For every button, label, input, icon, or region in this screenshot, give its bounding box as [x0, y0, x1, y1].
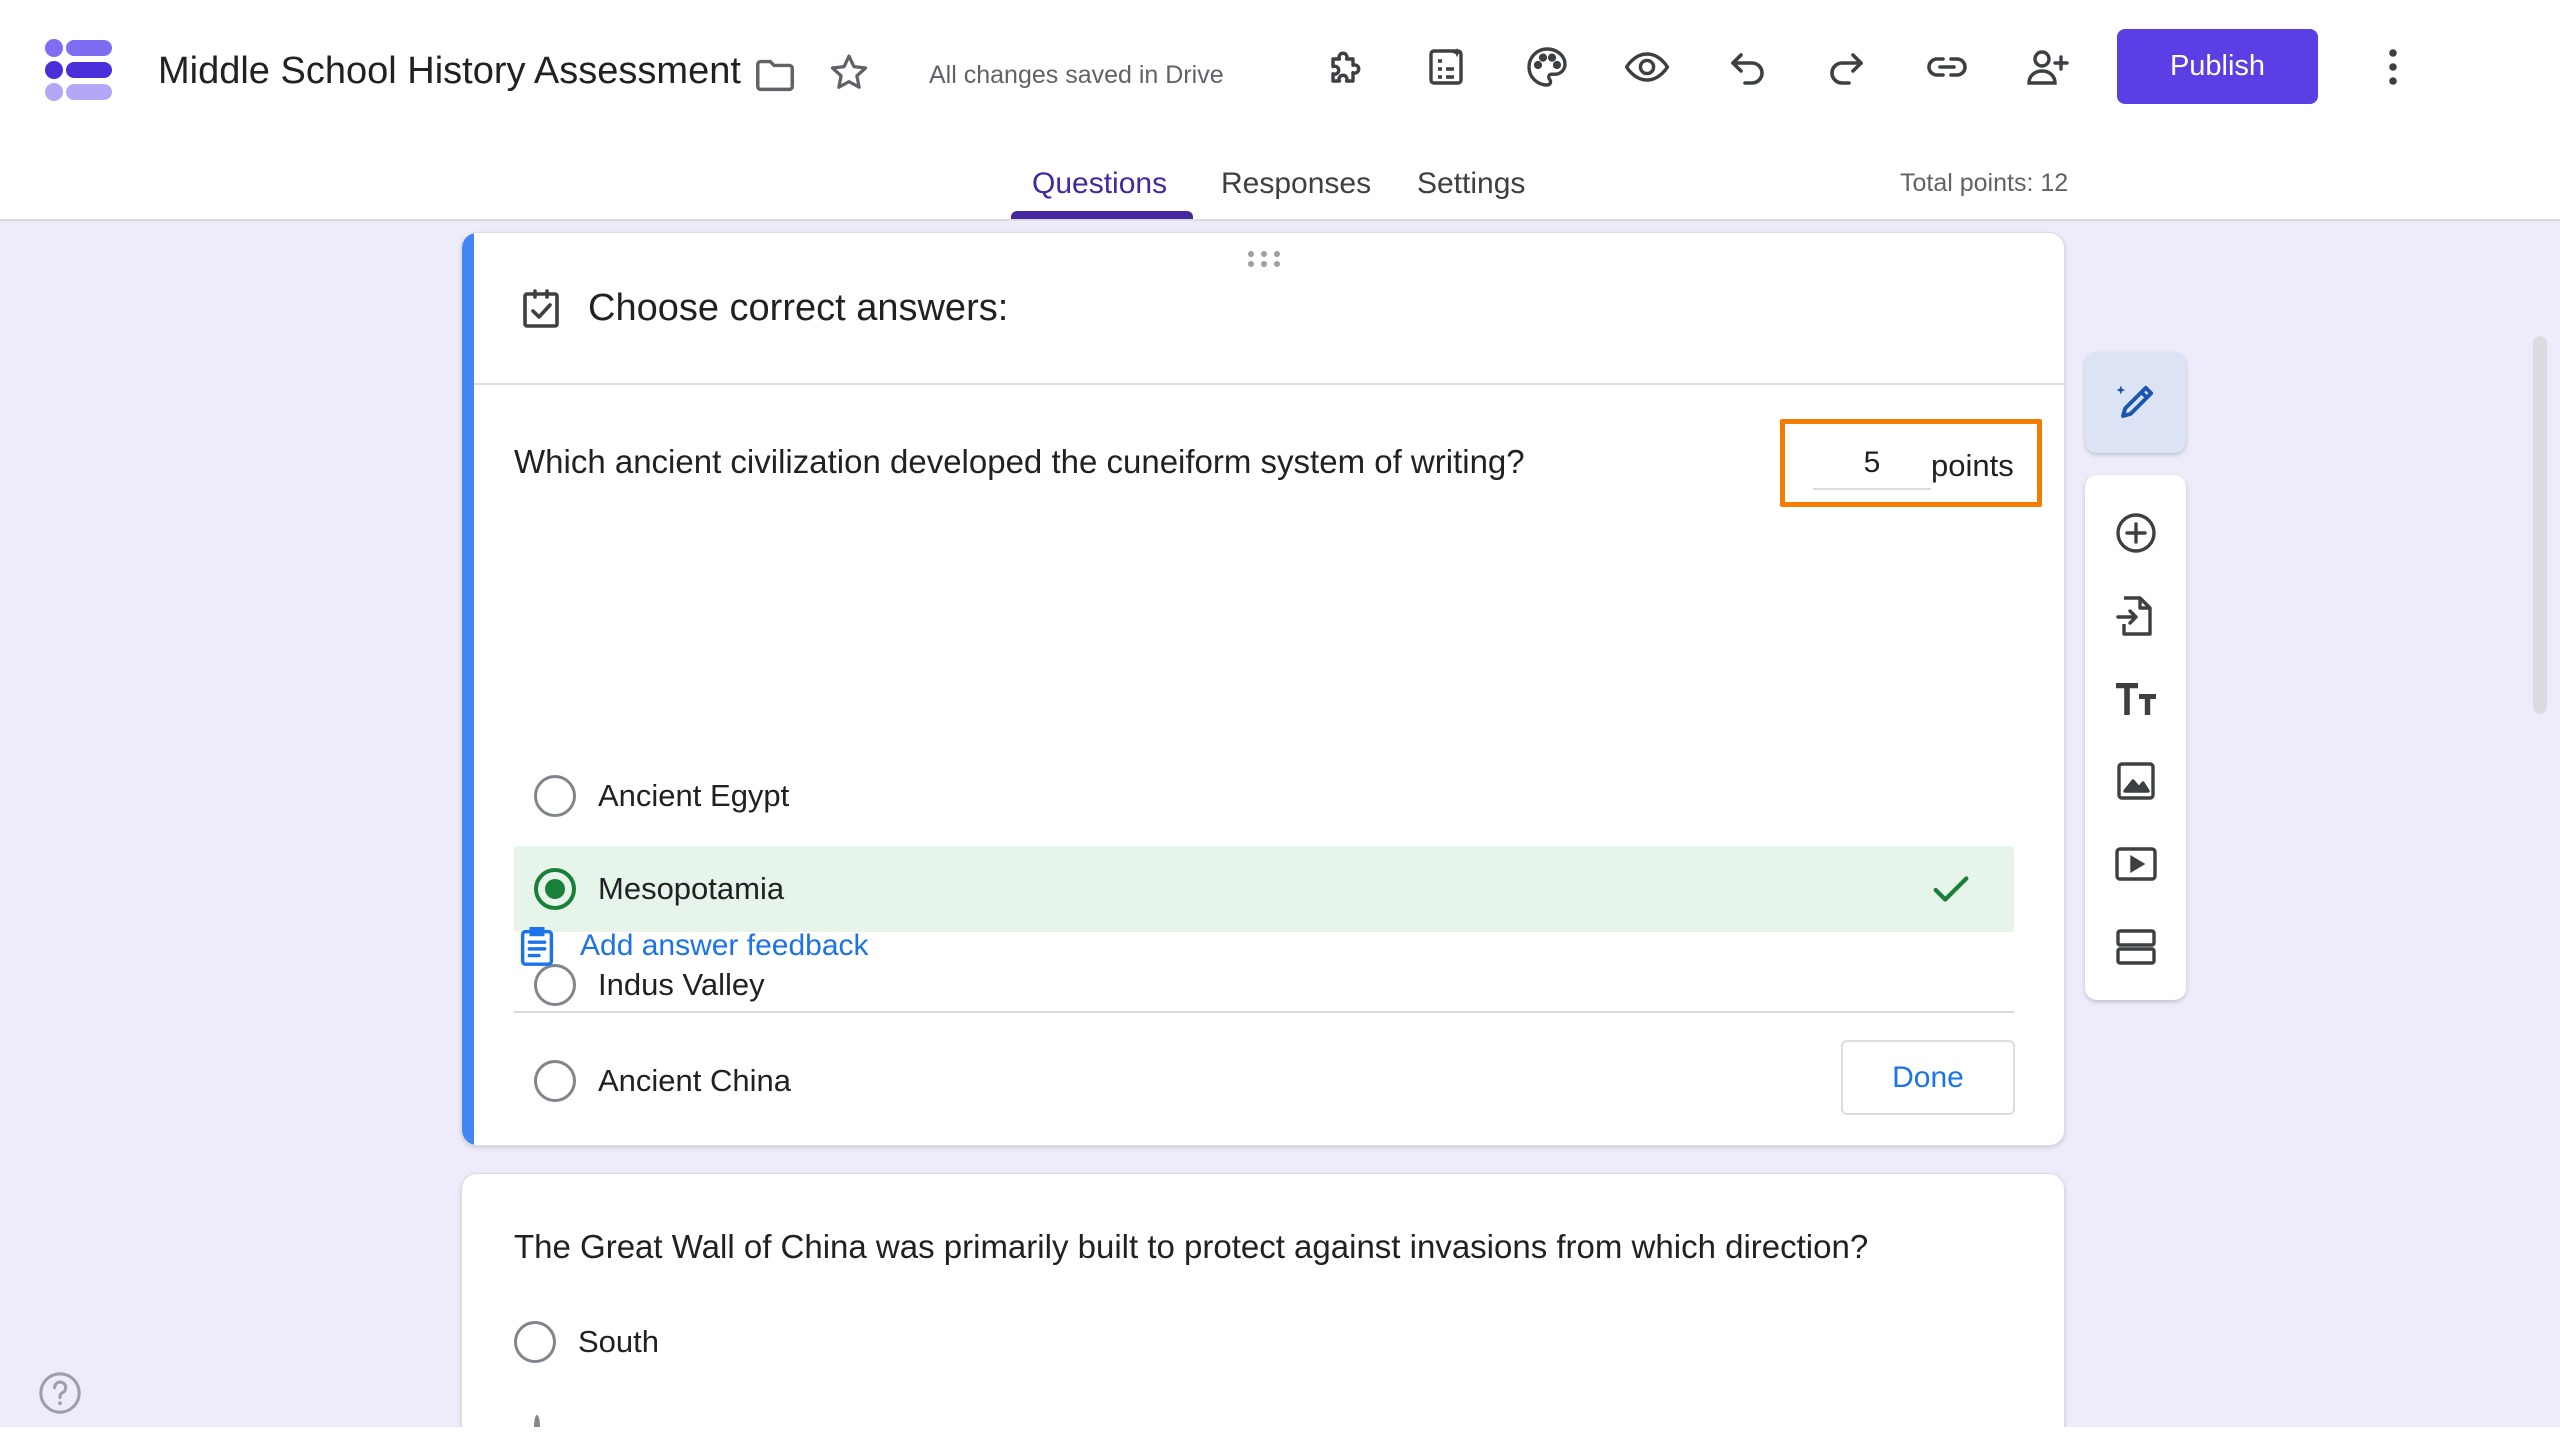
divider	[514, 1011, 2014, 1013]
option-label: Ancient China	[598, 1063, 792, 1098]
add-title-icon[interactable]	[2110, 673, 2162, 725]
points-label: points	[1931, 448, 2014, 483]
document-title[interactable]: Middle School History Assessment	[158, 50, 741, 93]
feedback-clipboard-icon	[520, 927, 554, 966]
redo-icon[interactable]	[1820, 40, 1874, 94]
feedback-label: Add answer feedback	[580, 929, 869, 962]
link-icon[interactable]	[1920, 40, 1974, 94]
folder-icon[interactable]	[752, 52, 798, 98]
more-options-icon[interactable]	[2366, 40, 2420, 94]
option-label: Ancient Egypt	[598, 778, 790, 813]
add-image-icon[interactable]	[2110, 755, 2162, 807]
question-title: Which ancient civilization developed the…	[514, 443, 1525, 480]
add-ons-icon[interactable]	[1320, 40, 1374, 94]
radio-button[interactable]	[514, 1321, 556, 1363]
undo-icon[interactable]	[1720, 40, 1774, 94]
palette-icon[interactable]	[1520, 40, 1574, 94]
answer-option[interactable]: Ancient China	[514, 1038, 2014, 1124]
floating-toolbar	[2085, 475, 2186, 1000]
answer-key-heading: Choose correct answers:	[588, 287, 1009, 329]
star-icon[interactable]	[826, 50, 872, 96]
points-field: points	[1780, 419, 2042, 507]
done-button[interactable]: Done	[1841, 1040, 2015, 1115]
question-card[interactable]: The Great Wall of China was primarily bu…	[461, 1173, 2065, 1453]
add-answer-feedback-link[interactable]: Add answer feedback	[514, 918, 869, 974]
scrollbar-thumb[interactable]	[2533, 336, 2547, 714]
question-card[interactable]: Choose correct answers: Which ancient ci…	[461, 232, 2065, 1146]
ai-edit-button[interactable]	[2085, 352, 2186, 453]
check-icon	[1933, 876, 1969, 902]
help-icon[interactable]	[37, 1370, 83, 1416]
app-header: Middle School History Assessment All cha…	[0, 0, 2560, 221]
import-questions-icon[interactable]	[2110, 590, 2162, 642]
active-card-indicator	[462, 233, 474, 1145]
option-label: South	[578, 1324, 660, 1359]
active-tab-indicator	[1011, 211, 1193, 219]
add-section-icon[interactable]	[2110, 921, 2162, 973]
radio-button[interactable]	[534, 1060, 576, 1102]
question-title: The Great Wall of China was primarily bu…	[514, 1228, 1869, 1265]
total-points: Total points: 12	[1900, 169, 2069, 197]
add-question-icon[interactable]	[2110, 507, 2162, 559]
forms-logo-icon[interactable]	[44, 38, 114, 102]
add-video-icon[interactable]	[2110, 838, 2162, 890]
option-label: Mesopotamia	[598, 871, 785, 906]
points-input[interactable]	[1813, 438, 1931, 490]
drag-handle-icon[interactable]	[1246, 249, 1282, 269]
save-status: All changes saved in Drive	[929, 61, 1224, 89]
divider	[474, 383, 2064, 385]
page-bottom-edge	[0, 1427, 2560, 1453]
add-collaborator-icon[interactable]	[2020, 40, 2074, 94]
tab-settings[interactable]: Settings	[1417, 167, 1525, 228]
radio-button[interactable]	[534, 775, 576, 817]
answer-key-icon	[523, 289, 559, 328]
answer-option[interactable]: Ancient Egypt	[514, 753, 2014, 839]
ai-edit-icon	[2116, 385, 2153, 418]
radio-button-selected[interactable]	[534, 868, 576, 910]
preview-icon[interactable]	[1620, 40, 1674, 94]
ai-form-icon[interactable]	[1420, 40, 1474, 94]
tab-responses[interactable]: Responses	[1221, 167, 1371, 228]
answer-option[interactable]: South	[514, 1314, 659, 1370]
publish-button[interactable]: Publish	[2117, 29, 2318, 104]
